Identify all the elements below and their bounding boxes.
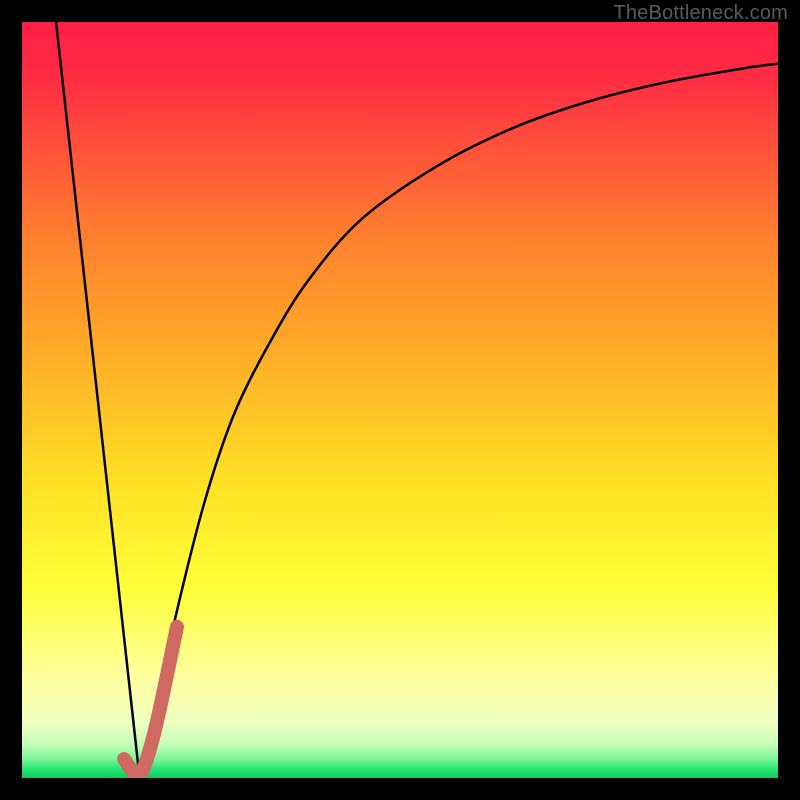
plot-area — [22, 22, 778, 778]
gradient-background — [22, 22, 778, 778]
chart-svg — [22, 22, 778, 778]
chart-frame: TheBottleneck.com — [0, 0, 800, 800]
